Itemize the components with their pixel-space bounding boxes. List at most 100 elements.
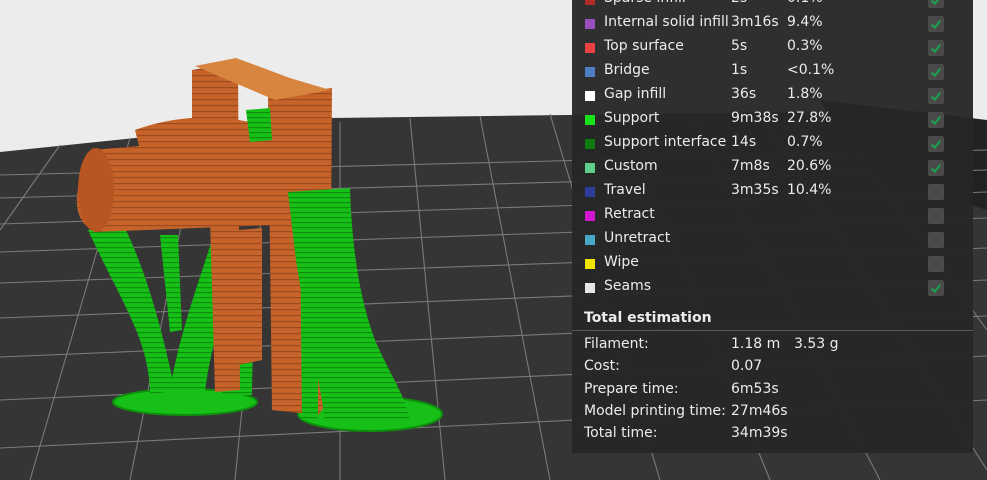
color-swatch <box>585 163 595 173</box>
color-swatch <box>585 67 595 77</box>
estimation-label: Total time: <box>584 425 658 442</box>
estimation-label: Cost: <box>584 358 620 375</box>
feature-name: Sparse infill <box>604 0 686 6</box>
legend-row[interactable]: Retract <box>572 204 973 228</box>
estimation-row: Filament: 1.18 m 3.53 g <box>572 334 973 356</box>
legend-row[interactable]: Internal solid infill 3m16s 9.4% <box>572 12 973 36</box>
color-swatch <box>585 115 595 125</box>
color-swatch <box>585 43 595 53</box>
visibility-checkbox[interactable] <box>928 256 944 272</box>
color-swatch <box>585 91 595 101</box>
color-swatch <box>585 139 595 149</box>
feature-name: Custom <box>604 158 658 174</box>
feature-percent: 20.6% <box>787 158 832 174</box>
legend-row[interactable]: Travel 3m35s 10.4% <box>572 180 973 204</box>
feature-name: Wipe <box>604 254 639 270</box>
feature-percent: 0.7% <box>787 134 823 150</box>
visibility-checkbox[interactable] <box>928 64 944 80</box>
color-swatch <box>585 19 595 29</box>
feature-name: Gap infill <box>604 86 667 102</box>
feature-time: 14s <box>731 134 757 150</box>
model-mid-column <box>238 228 262 365</box>
visibility-checkbox[interactable] <box>928 136 944 152</box>
color-swatch <box>585 259 595 269</box>
visibility-checkbox[interactable] <box>928 0 944 8</box>
legend-row[interactable]: Wipe <box>572 252 973 276</box>
color-swatch <box>585 211 595 221</box>
check-icon <box>930 115 942 126</box>
estimation-row: Prepare time: 6m53s <box>572 379 973 401</box>
estimation-value-secondary: 3.53 g <box>794 336 839 352</box>
visibility-checkbox[interactable] <box>928 280 944 296</box>
estimation-row: Model printing time: 27m46s <box>572 401 973 423</box>
feature-name: Top surface <box>604 38 684 54</box>
support-back-tree <box>246 108 272 142</box>
estimation-value: 1.18 m <box>731 336 781 352</box>
feature-time: 36s <box>731 86 757 102</box>
color-swatch <box>585 187 595 197</box>
total-estimation-divider <box>572 330 973 331</box>
estimation-label: Prepare time: <box>584 380 679 397</box>
feature-percent: 0.1% <box>787 0 823 6</box>
feature-time: 3m16s <box>731 14 779 30</box>
estimation-value: 27m46s <box>731 402 788 419</box>
feature-time: 7m8s <box>731 158 770 174</box>
feature-name: Seams <box>604 278 652 294</box>
check-icon <box>930 43 942 54</box>
color-swatch <box>585 0 595 5</box>
legend-row[interactable]: Support 9m38s 27.8% <box>572 108 973 132</box>
feature-time: 5s <box>731 38 748 54</box>
legend-row[interactable]: Unretract <box>572 228 973 252</box>
estimation-label: Filament: <box>584 336 649 352</box>
model-cylinder-end <box>78 148 114 232</box>
feature-percent: 27.8% <box>787 110 832 126</box>
legend-row[interactable]: Bridge 1s <0.1% <box>572 60 973 84</box>
estimation-label: Model printing time: <box>584 402 726 419</box>
feature-name: Support interface <box>604 134 727 150</box>
total-estimation-title: Total estimation <box>584 310 712 326</box>
feature-percent: 10.4% <box>787 182 832 198</box>
feature-percent: <0.1% <box>787 62 835 78</box>
legend-row[interactable]: Sparse infill 2s 0.1% <box>572 0 973 12</box>
estimation-value: 0.07 <box>731 358 763 375</box>
feature-time: 9m38s <box>731 110 779 126</box>
visibility-checkbox[interactable] <box>928 40 944 56</box>
feature-percent: 9.4% <box>787 14 823 30</box>
support-right-thin <box>300 213 318 420</box>
check-icon <box>930 139 942 150</box>
legend-row[interactable]: Seams <box>572 276 973 300</box>
estimation-value: 6m53s <box>731 380 779 397</box>
legend-row[interactable]: Gap infill 36s 1.8% <box>572 84 973 108</box>
visibility-checkbox[interactable] <box>928 88 944 104</box>
check-icon <box>930 163 942 174</box>
feature-name: Internal solid infill <box>604 14 729 30</box>
check-icon <box>930 91 942 102</box>
visibility-checkbox[interactable] <box>928 208 944 224</box>
legend-panel: Sparse infill 2s 0.1% Internal solid infill… <box>572 0 973 453</box>
check-icon <box>930 67 942 78</box>
legend-row[interactable]: Support interface 14s 0.7% <box>572 132 973 156</box>
estimation-row: Total time: 34m39s <box>572 423 973 445</box>
color-swatch <box>585 235 595 245</box>
estimation-value: 34m39s <box>731 425 788 442</box>
feature-name: Retract <box>604 206 655 222</box>
estimation-row: Cost: 0.07 <box>572 356 973 378</box>
check-icon <box>930 0 939 6</box>
feature-percent: 0.3% <box>787 38 823 54</box>
color-swatch <box>585 283 595 293</box>
feature-name: Travel <box>604 182 646 198</box>
check-icon <box>930 283 942 294</box>
feature-time: 3m35s <box>731 182 779 198</box>
legend-row[interactable]: Custom 7m8s 20.6% <box>572 156 973 180</box>
visibility-checkbox[interactable] <box>928 112 944 128</box>
legend-row[interactable]: Top surface 5s 0.3% <box>572 36 973 60</box>
visibility-checkbox[interactable] <box>928 160 944 176</box>
feature-name: Unretract <box>604 230 671 246</box>
feature-percent: 1.8% <box>787 86 823 102</box>
visibility-checkbox[interactable] <box>928 232 944 248</box>
visibility-checkbox[interactable] <box>928 184 944 200</box>
feature-time: 2s <box>731 0 747 6</box>
feature-name: Bridge <box>604 62 650 78</box>
feature-time: 1s <box>731 62 748 78</box>
visibility-checkbox[interactable] <box>928 16 944 32</box>
